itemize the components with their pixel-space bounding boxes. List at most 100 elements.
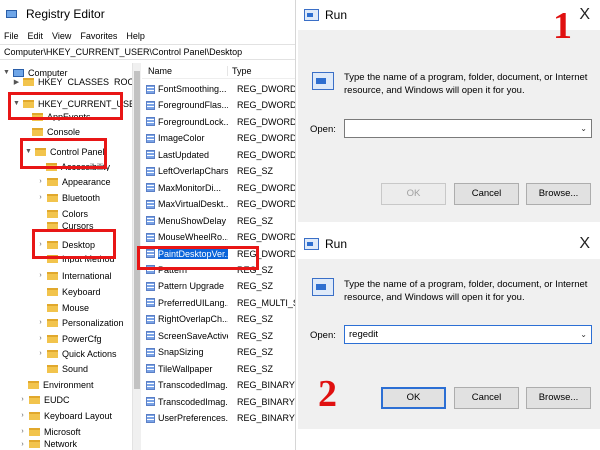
chevron-down-icon[interactable]: ⌄ bbox=[580, 120, 587, 137]
tree-item-colors[interactable]: Colors bbox=[45, 206, 88, 221]
tree-item-network[interactable]: › Network bbox=[18, 440, 77, 448]
address-bar[interactable]: Computer\HKEY_CURRENT_USER\Control Panel… bbox=[0, 44, 295, 60]
value-row[interactable]: Pattern Upgrade REG_SZ bbox=[142, 278, 273, 294]
menu-favorites[interactable]: Favorites bbox=[80, 31, 117, 41]
value-row[interactable]: MouseWheelRo... REG_DWORD bbox=[142, 229, 295, 245]
reg-value-icon bbox=[146, 232, 155, 242]
tree-item-appearance[interactable]: › Appearance bbox=[36, 174, 110, 189]
reg-value-icon bbox=[146, 117, 155, 127]
tree-item-international[interactable]: › International bbox=[36, 268, 111, 283]
value-type: REG_SZ bbox=[237, 166, 274, 177]
column-type-header[interactable]: Type bbox=[228, 66, 252, 76]
tree-label: Colors bbox=[62, 208, 89, 219]
value-row[interactable]: SnapSizing REG_SZ bbox=[142, 344, 273, 360]
tree-item-keyboard[interactable]: Keyboard bbox=[45, 284, 101, 299]
reg-value-icon bbox=[146, 183, 155, 193]
value-name: MaxVirtualDeskt... bbox=[158, 199, 228, 210]
tree-item-console[interactable]: Console bbox=[30, 127, 80, 136]
tree-label: Mouse bbox=[62, 302, 90, 313]
folder-icon bbox=[47, 349, 58, 358]
chevron-down-icon[interactable]: ⌄ bbox=[580, 326, 587, 343]
value-name: MenuShowDelay bbox=[158, 215, 227, 226]
value-type: REG_DWORD bbox=[237, 149, 296, 160]
chevron-down-icon[interactable]: ▼ bbox=[2, 69, 11, 76]
reg-value-icon bbox=[146, 413, 155, 423]
reg-value-icon bbox=[146, 199, 155, 209]
tree-scrollbar-thumb[interactable] bbox=[134, 71, 140, 389]
chevron-right-icon[interactable]: › bbox=[18, 396, 27, 403]
value-row[interactable]: MaxMonitorDi... REG_DWORD bbox=[142, 180, 295, 196]
value-row[interactable]: ImageColor REG_DWORD bbox=[142, 130, 295, 146]
tree-label: Computer bbox=[28, 67, 68, 78]
value-name: TranscodedImag... bbox=[158, 396, 228, 407]
open-input[interactable]: ⌄ bbox=[344, 119, 592, 138]
chevron-right-icon[interactable]: › bbox=[36, 335, 45, 342]
reg-value-icon bbox=[146, 281, 155, 291]
value-row[interactable]: RightOverlapCh... REG_SZ bbox=[142, 311, 273, 327]
menu-view[interactable]: View bbox=[52, 31, 71, 41]
chevron-right-icon[interactable]: › bbox=[18, 428, 27, 435]
ok-button[interactable]: OK bbox=[381, 183, 446, 205]
value-type: REG_MULTI_SZ bbox=[237, 297, 295, 308]
value-row[interactable]: ForegroundLock... REG_DWORD bbox=[142, 114, 295, 130]
value-row[interactable]: TranscodedImag... REG_BINARY bbox=[142, 377, 295, 393]
value-row[interactable]: FontSmoothing... REG_DWORD bbox=[142, 81, 295, 97]
value-row[interactable]: PreferredUILang... REG_MULTI_SZ bbox=[142, 295, 295, 311]
tree-item-quick-actions[interactable]: › Quick Actions bbox=[36, 346, 116, 361]
value-row[interactable]: MenuShowDelay REG_SZ bbox=[142, 213, 273, 229]
registry-title-bar: Registry Editor bbox=[0, 0, 295, 28]
tree-label: Keyboard bbox=[62, 286, 101, 297]
value-row[interactable]: UserPreferences... REG_BINARY bbox=[142, 410, 295, 426]
value-row[interactable]: LastUpdated REG_DWORD bbox=[142, 147, 296, 163]
value-row[interactable]: MaxVirtualDeskt... REG_DWORD bbox=[142, 196, 295, 212]
tree-item-sound[interactable]: Sound bbox=[45, 361, 88, 376]
chevron-right-icon[interactable]: › bbox=[18, 441, 27, 448]
close-icon[interactable]: X bbox=[579, 6, 590, 24]
chevron-right-icon[interactable]: › bbox=[36, 350, 45, 357]
tree-item-keyboard-layout[interactable]: › Keyboard Layout bbox=[18, 408, 112, 423]
browse-button[interactable]: Browse... bbox=[526, 183, 591, 205]
value-name: LastUpdated bbox=[158, 149, 210, 160]
tree-label: Environment bbox=[43, 379, 94, 390]
browse-button[interactable]: Browse... bbox=[526, 387, 591, 409]
tree-item-personalization[interactable]: › Personalization bbox=[36, 315, 123, 330]
value-type: REG_SZ bbox=[237, 363, 274, 374]
highlight-box-control-panel bbox=[20, 138, 107, 169]
tree-item-powercfg[interactable]: › PowerCfg bbox=[36, 331, 101, 346]
column-name-header[interactable]: Name bbox=[142, 65, 228, 76]
cancel-button[interactable]: Cancel bbox=[454, 387, 519, 409]
close-icon[interactable]: X bbox=[579, 235, 590, 253]
folder-icon bbox=[29, 395, 40, 404]
value-row[interactable]: ScreenSaveActive REG_SZ bbox=[142, 328, 273, 344]
chevron-right-icon[interactable]: › bbox=[18, 412, 27, 419]
chevron-right-icon[interactable]: › bbox=[36, 194, 45, 201]
tree-item-bluetooth[interactable]: › Bluetooth bbox=[36, 190, 100, 205]
menu-file[interactable]: File bbox=[4, 31, 19, 41]
tree-item-eudc[interactable]: › EUDC bbox=[18, 392, 70, 407]
value-name: ForegroundLock... bbox=[158, 116, 228, 127]
value-type: REG_DWORD bbox=[237, 100, 296, 111]
reg-value-icon bbox=[146, 380, 155, 390]
value-row[interactable]: LeftOverlapChars REG_SZ bbox=[142, 163, 273, 179]
menu-help[interactable]: Help bbox=[126, 31, 145, 41]
tree-item-microsoft[interactable]: › Microsoft bbox=[18, 424, 80, 439]
tree-label: HKEY_CLASSES_ROOT bbox=[38, 77, 132, 86]
ok-button[interactable]: OK bbox=[381, 387, 446, 409]
value-row[interactable]: ForegroundFlas... REG_DWORD bbox=[142, 97, 296, 113]
reg-value-icon bbox=[146, 364, 155, 374]
chevron-right-icon[interactable]: ▶ bbox=[12, 78, 21, 86]
open-input[interactable]: regedit ⌄ bbox=[344, 325, 592, 344]
value-row[interactable]: TileWallpaper REG_SZ bbox=[142, 361, 273, 377]
chevron-right-icon[interactable]: › bbox=[36, 178, 45, 185]
chevron-right-icon[interactable]: › bbox=[36, 319, 45, 326]
tree-label: EUDC bbox=[44, 394, 70, 405]
tree-item-environment[interactable]: Environment bbox=[26, 377, 94, 392]
tree-item-mouse[interactable]: Mouse bbox=[45, 300, 89, 315]
tree-item-hkcr[interactable]: ▶ HKEY_CLASSES_ROOT bbox=[12, 77, 132, 86]
chevron-right-icon[interactable]: › bbox=[36, 272, 45, 279]
cancel-button[interactable]: Cancel bbox=[454, 183, 519, 205]
run-description: Type the name of a program, folder, docu… bbox=[344, 279, 588, 303]
menu-edit[interactable]: Edit bbox=[28, 31, 44, 41]
value-row[interactable]: TranscodedImag... REG_BINARY bbox=[142, 394, 295, 410]
value-name: MouseWheelRo... bbox=[158, 232, 228, 243]
